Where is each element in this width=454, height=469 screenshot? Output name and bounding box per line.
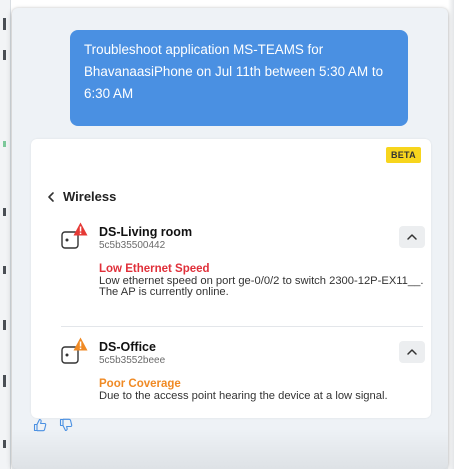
chevron-up-icon: [407, 234, 417, 240]
edge-mark: [3, 18, 6, 30]
chevron-up-icon: [407, 349, 417, 355]
warning-triangle-icon: [73, 222, 88, 236]
edge-mark: [3, 375, 6, 387]
edge-mark: [3, 320, 6, 330]
divider: [61, 326, 423, 327]
collapse-button[interactable]: [399, 226, 425, 248]
device-mac: 5c5b35500442: [99, 240, 166, 251]
issue-title: Poor Coverage: [99, 378, 181, 390]
feedback-row: [33, 418, 73, 432]
edge-mark: [3, 266, 6, 274]
troubleshoot-result-card: BETA Wireless DS-Living room 5c5b3550044…: [31, 139, 431, 418]
beta-badge: BETA: [385, 147, 421, 163]
user-message-bubble: Troubleshoot application MS-TEAMS for Bh…: [70, 30, 408, 126]
collapse-button[interactable]: [399, 341, 425, 363]
chevron-left-icon: [48, 191, 54, 202]
chat-panel: Troubleshoot application MS-TEAMS for Bh…: [12, 8, 448, 469]
warning-triangle-icon: [73, 337, 88, 351]
section-title: Wireless: [63, 189, 117, 204]
edge-mark: [3, 208, 6, 216]
issue-title: Low Ethernet Speed: [99, 263, 210, 275]
issue-description: Due to the access point hearing the devi…: [99, 390, 388, 402]
device-name: DS-Living room: [99, 225, 193, 239]
thumbs-up-icon[interactable]: [33, 418, 47, 432]
issue-description: Low ethernet speed on port ge-0/0/2 to s…: [99, 275, 424, 298]
device-mac: 5c5b3552beee: [99, 355, 166, 366]
device-name: DS-Office: [99, 340, 156, 354]
thumbs-down-icon[interactable]: [59, 418, 73, 432]
panel-footer-fade: [12, 429, 448, 469]
screen: Troubleshoot application MS-TEAMS for Bh…: [0, 0, 454, 469]
edge-mark: [3, 50, 6, 60]
edge-mark: [3, 440, 6, 448]
background-window-edge: [0, 0, 11, 469]
panel-edge-shadow: [448, 0, 454, 469]
edge-mark: [3, 141, 6, 147]
back-to-wireless-button[interactable]: Wireless: [45, 189, 116, 204]
